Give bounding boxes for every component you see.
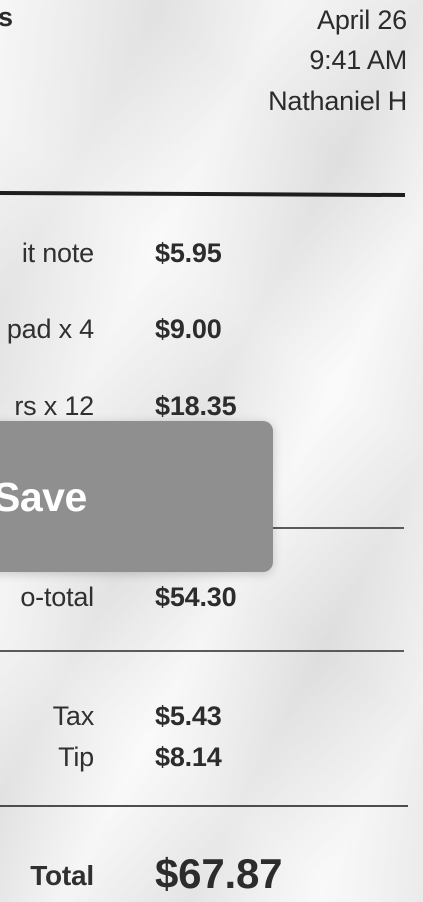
receipt-time: 9:41 AM [309, 45, 407, 75]
tax-divider [0, 650, 404, 652]
tax-value: $5.43 [155, 701, 222, 731]
item-price: $9.00 [155, 314, 222, 344]
store-name-fragment: s [0, 2, 13, 32]
tax-label: Tax [52, 701, 95, 731]
total-label: Total [30, 860, 94, 891]
receipt-date: April 26 [317, 5, 407, 35]
item-label: pad x 4 [6, 314, 94, 344]
item-price: $5.95 [155, 238, 222, 268]
receipt-server: Nathaniel H [268, 86, 407, 116]
item-label: rs x 12 [14, 391, 94, 421]
tip-value: $8.14 [155, 742, 222, 772]
tip-label: Tip [58, 742, 94, 772]
subtotal-label: o-total [20, 582, 94, 612]
item-label: it note [21, 238, 94, 268]
total-value: $67.87 [155, 850, 283, 897]
save-button-label[interactable]: Save [0, 474, 87, 521]
total-divider [0, 805, 408, 807]
subtotal-value: $54.30 [155, 582, 237, 612]
item-price: $18.35 [155, 391, 237, 421]
